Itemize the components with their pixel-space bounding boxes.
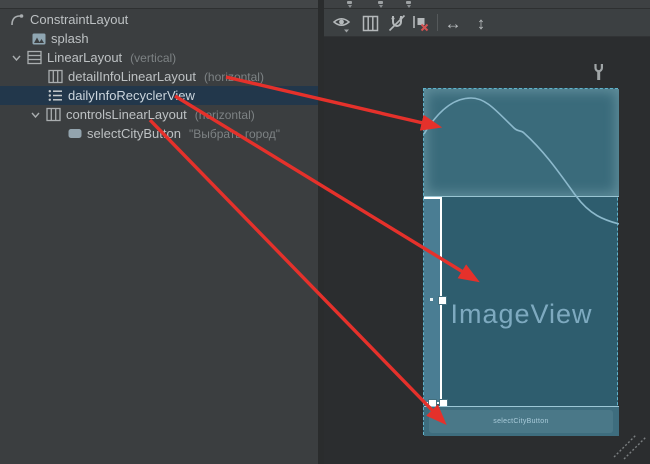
view-options-button[interactable] xyxy=(332,13,352,33)
tree-item-constraintlayout[interactable]: ConstraintLayout xyxy=(0,10,328,29)
resize-horizontal-button[interactable]: ↔ xyxy=(443,13,463,33)
detail-info-linear-layout-preview[interactable] xyxy=(424,89,619,196)
image-icon xyxy=(32,33,46,45)
linear-layout-horizontal-icon xyxy=(46,107,61,122)
horizontal-arrow-icon: ↔ xyxy=(445,15,462,32)
resize-vertical-button[interactable]: ↕ xyxy=(471,13,491,33)
tree-item-label: controlsLinearLayout xyxy=(66,107,187,122)
cropped-dropdown-icon[interactable] xyxy=(346,1,354,6)
toolbar-separator xyxy=(437,14,438,31)
component-tree-panel: ConstraintLayout splash LinearLayout (ve… xyxy=(0,0,318,464)
design-header-strip xyxy=(324,0,650,9)
select-city-button-preview[interactable]: selectCityButton xyxy=(429,410,613,433)
controls-linear-layout-preview[interactable]: selectCityButton xyxy=(424,406,619,436)
canvas-resize-grip[interactable] xyxy=(610,433,650,461)
phone-preview[interactable]: ImageView selectCityButton xyxy=(423,88,618,435)
chevron-down-icon[interactable] xyxy=(12,55,21,61)
layout-variants-button[interactable] xyxy=(360,13,380,33)
tree-item-meta: (horizontal) xyxy=(195,108,255,122)
design-canvas[interactable]: ImageView selectCityButton xyxy=(324,37,650,464)
design-toolbar: ↔ ↕ xyxy=(324,9,650,37)
tree-item-detailinfolinearlayout[interactable]: detailInfoLinearLayout (horizontal) xyxy=(0,67,366,86)
select-city-button-label: selectCityButton xyxy=(493,418,548,425)
columns-icon xyxy=(362,15,379,32)
clear-constraints-button[interactable] xyxy=(410,13,430,33)
recycler-view-icon xyxy=(48,89,63,102)
tree-item-label: selectCityButton xyxy=(87,126,181,141)
constraint-layout-icon xyxy=(10,12,25,27)
wrench-icon[interactable] xyxy=(592,62,606,82)
anchor-dot xyxy=(430,298,433,301)
tree-item-label: dailyInfoRecyclerView xyxy=(68,88,195,103)
resize-handle-right[interactable] xyxy=(438,296,447,305)
design-surface-panel: ↔ ↕ ImageView xyxy=(324,0,650,464)
linear-layout-vertical-icon xyxy=(27,50,42,65)
eye-icon xyxy=(332,14,352,33)
tree-item-label: detailInfoLinearLayout xyxy=(68,69,196,84)
chevron-down-icon[interactable] xyxy=(31,112,40,118)
linear-layout-horizontal-icon xyxy=(48,69,63,84)
tree-item-label: splash xyxy=(51,31,89,46)
tree-item-meta: (vertical) xyxy=(130,51,176,65)
tree-panel-header-strip xyxy=(0,0,318,9)
tree-item-controlslinearlayout[interactable]: controlsLinearLayout (horizontal) xyxy=(0,105,349,124)
vertical-arrow-icon: ↕ xyxy=(477,15,486,32)
tree-item-splash[interactable]: splash xyxy=(0,29,350,48)
tree-item-linearlayout[interactable]: LinearLayout (vertical) xyxy=(0,48,330,67)
cropped-dropdown-icon[interactable] xyxy=(405,1,413,6)
button-icon xyxy=(68,128,82,139)
tree-item-meta: "Выбрать город" xyxy=(189,127,280,141)
magnet-off-icon xyxy=(387,13,407,33)
tree-item-label: LinearLayout xyxy=(47,50,122,65)
tree-item-meta: (horizontal) xyxy=(204,70,264,84)
imageview-label: ImageView xyxy=(424,299,619,330)
tree-item-label: ConstraintLayout xyxy=(30,12,128,27)
cropped-dropdown-icon[interactable] xyxy=(377,1,385,6)
tree-item-dailyinforecyclerview[interactable]: dailyInfoRecyclerView xyxy=(0,86,366,105)
autoconnect-off-button[interactable] xyxy=(387,13,407,33)
clear-constraints-icon xyxy=(411,14,430,33)
